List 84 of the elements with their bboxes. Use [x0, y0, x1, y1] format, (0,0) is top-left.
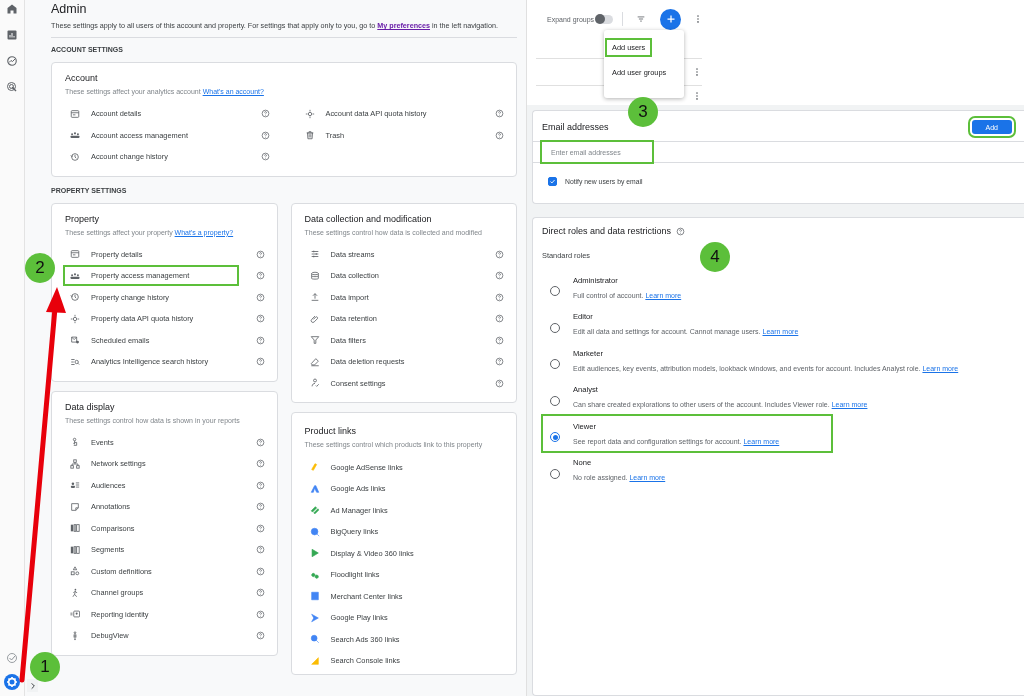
clock-icon [70, 151, 80, 162]
help-icon[interactable] [255, 271, 265, 281]
help-icon[interactable] [495, 292, 504, 302]
product-logo-icon [309, 655, 320, 666]
help-icon[interactable] [255, 357, 265, 367]
help-icon[interactable] [255, 545, 265, 555]
toggle-switch[interactable] [595, 14, 614, 24]
card-title: Data collection and modification [304, 212, 433, 225]
help-icon[interactable] [255, 480, 265, 490]
envelope-icon [70, 335, 80, 346]
home-icon[interactable] [6, 3, 18, 15]
help-icon[interactable] [255, 631, 265, 641]
help-icon[interactable] [495, 109, 504, 119]
shapes-icon [70, 566, 80, 577]
help-icon[interactable] [676, 226, 686, 236]
help-icon[interactable] [495, 249, 504, 259]
help-icon[interactable] [495, 314, 504, 324]
walking-person-icon [70, 587, 80, 598]
help-icon[interactable] [255, 314, 265, 324]
people-list-icon [70, 480, 80, 491]
checkbox[interactable] [548, 177, 557, 186]
gauge-icon[interactable] [6, 55, 18, 67]
list-icon [309, 249, 320, 260]
columns-icon [70, 523, 80, 534]
network-icon [70, 458, 80, 469]
upload-icon [309, 292, 320, 303]
product-logo-icon [309, 591, 320, 602]
check-circle-icon[interactable] [6, 652, 18, 664]
id-card-icon [70, 609, 80, 620]
card-title: Product links [304, 424, 358, 437]
product-logo-icon [309, 548, 320, 559]
add-button[interactable] [660, 8, 682, 30]
note-icon [70, 501, 80, 512]
section-title: Email addresses [542, 122, 609, 132]
check-icon [549, 177, 556, 186]
product-logo-icon [309, 634, 320, 645]
help-icon[interactable] [495, 378, 504, 388]
chevron-icon [28, 681, 37, 690]
bar-chart-icon[interactable] [6, 29, 18, 41]
product-logo-icon [309, 505, 320, 516]
help-icon[interactable] [255, 523, 265, 533]
help-icon[interactable] [260, 109, 270, 119]
filter-icon[interactable] [636, 14, 647, 24]
help-icon[interactable] [495, 335, 504, 345]
filter-icon [309, 335, 320, 346]
people-icon [70, 130, 80, 141]
people-icon [70, 270, 80, 281]
search-icon [70, 356, 80, 367]
help-icon[interactable] [255, 459, 265, 469]
help-icon[interactable] [255, 566, 265, 576]
product-logo-icon [309, 462, 320, 473]
help-icon[interactable] [495, 130, 504, 140]
target-icon[interactable] [6, 81, 18, 93]
help-icon[interactable] [495, 271, 504, 281]
help-icon[interactable] [255, 609, 265, 619]
clock-icon [70, 292, 80, 303]
card-title: Property [65, 212, 100, 225]
help-icon[interactable] [255, 588, 265, 598]
window-icon [70, 249, 80, 260]
window-icon [70, 108, 80, 119]
card-title: Account [65, 72, 99, 84]
help-icon[interactable] [260, 152, 270, 162]
section-title: Direct roles and data restrictions [542, 226, 672, 236]
thermometer-icon [70, 630, 80, 641]
help-icon[interactable] [255, 502, 265, 512]
person-icon [309, 378, 320, 389]
help-icon[interactable] [255, 437, 265, 447]
settings-icon[interactable] [4, 674, 20, 690]
help-icon[interactable] [260, 130, 270, 140]
card-title: Data display [65, 400, 116, 413]
expand-button[interactable] [27, 679, 38, 692]
trash-icon [304, 130, 315, 141]
product-logo-icon [309, 526, 320, 537]
help-icon[interactable] [255, 249, 265, 259]
product-logo-icon [309, 483, 320, 494]
columns-icon [70, 544, 80, 555]
eraser-icon [309, 356, 320, 367]
product-logo-icon [309, 612, 320, 623]
help-icon[interactable] [255, 335, 265, 345]
database-icon [309, 270, 320, 281]
help-icon[interactable] [495, 357, 504, 367]
help-icon[interactable] [255, 292, 265, 302]
paperclip-icon [309, 313, 320, 324]
page-title: Admin [51, 2, 88, 16]
